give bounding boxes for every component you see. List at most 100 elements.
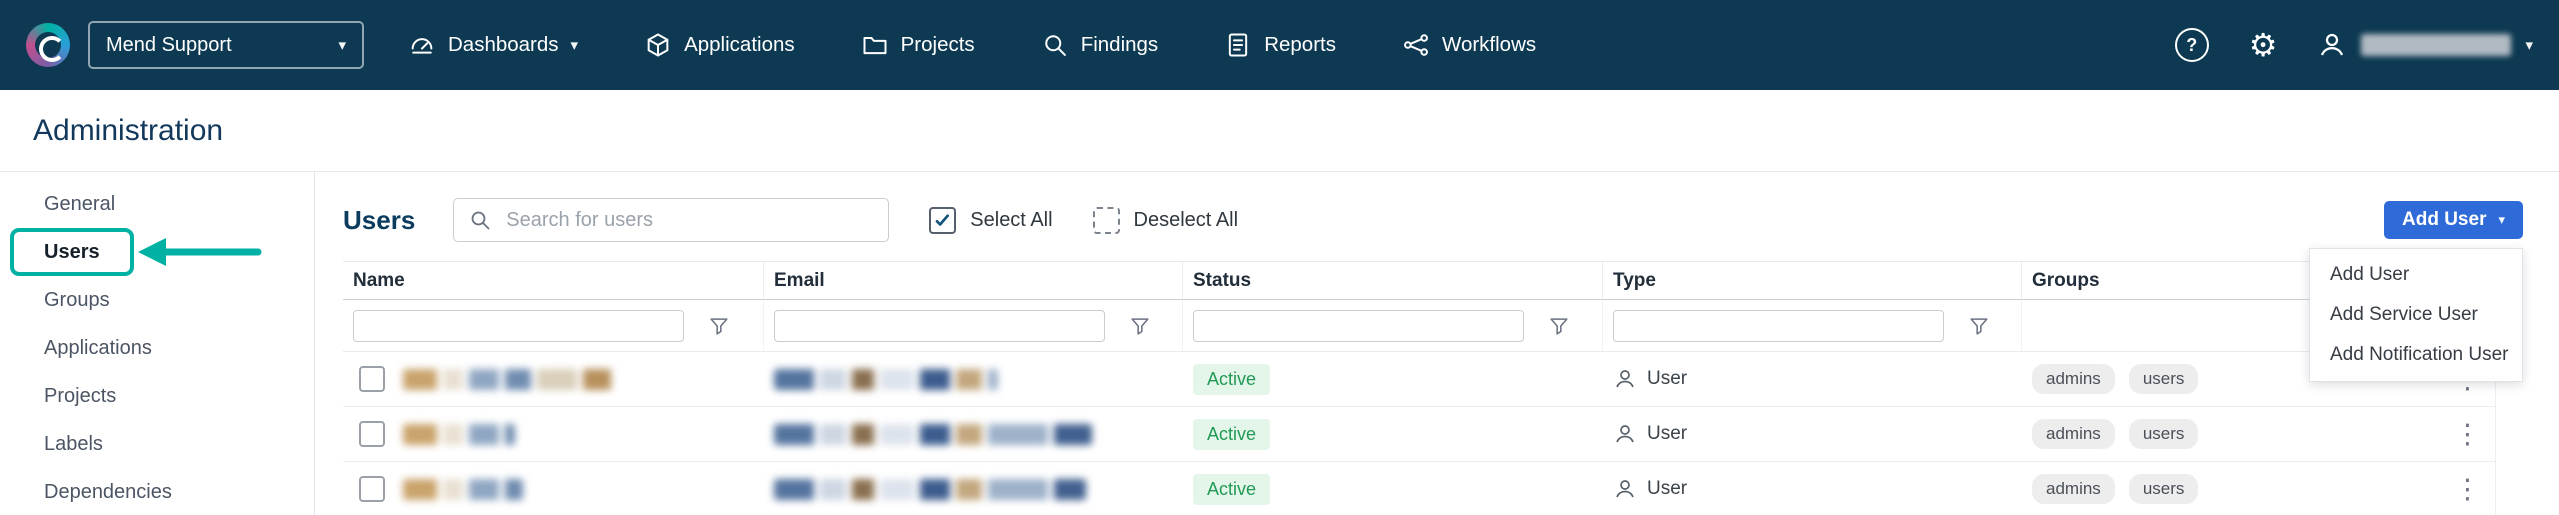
nav-label: Reports — [1264, 33, 1336, 57]
deselect-all-control[interactable]: Deselect All — [1093, 207, 1239, 234]
check-icon — [933, 211, 952, 230]
user-name-redacted — [2361, 34, 2511, 56]
add-user-menu: Add User Add Service User Add Notificati… — [2309, 248, 2523, 382]
user-menu[interactable]: ▾ — [2317, 30, 2533, 60]
email-cell — [764, 352, 1183, 406]
filter-funnel-icon[interactable] — [1548, 315, 1570, 337]
sidebar-item-dependencies[interactable]: Dependencies — [0, 468, 314, 515]
nav-label: Projects — [901, 33, 975, 57]
row-actions-kebab-icon[interactable]: ⋮ — [2454, 421, 2481, 448]
status-badge: Active — [1193, 364, 1270, 395]
select-all-control[interactable]: Select All — [929, 207, 1052, 234]
chevron-down-icon: ▾ — [2498, 212, 2505, 228]
nav-label: Findings — [1081, 33, 1159, 57]
user-search-box — [453, 198, 889, 242]
type-cell: User — [1603, 352, 2022, 406]
filter-input-status[interactable] — [1193, 310, 1524, 342]
row-checkbox[interactable] — [359, 421, 385, 447]
deselect-all-icon — [1093, 207, 1120, 234]
table-row: Active User adminsusers ⋮ — [343, 407, 2495, 462]
group-chip: users — [2129, 364, 2199, 394]
filter-funnel-icon[interactable] — [1129, 315, 1151, 337]
nav-item-applications[interactable]: Applications — [644, 31, 795, 59]
main-nav: Dashboards ▾ Applications Projects Findi… — [408, 31, 1536, 59]
workflows-icon — [1402, 31, 1430, 59]
org-selector-dropdown[interactable]: Mend Support ▾ — [88, 21, 364, 69]
filter-cell-type — [1603, 300, 2022, 352]
dashboards-icon — [408, 31, 436, 59]
user-type-icon — [1613, 477, 1637, 501]
group-chip: admins — [2032, 419, 2115, 449]
email-cell — [764, 462, 1183, 515]
filter-funnel-icon[interactable] — [708, 315, 730, 337]
select-all-label: Select All — [970, 209, 1052, 232]
column-header-status[interactable]: Status — [1183, 262, 1603, 300]
user-name-redacted — [403, 479, 523, 500]
gear-icon[interactable]: ⚙ — [2249, 29, 2278, 61]
row-actions-kebab-icon[interactable]: ⋮ — [2454, 476, 2481, 503]
page-title: Administration — [33, 114, 223, 148]
column-header-name[interactable]: Name — [343, 262, 764, 300]
nav-item-reports[interactable]: Reports — [1224, 31, 1336, 59]
column-header-email[interactable]: Email — [764, 262, 1183, 300]
filter-input-email[interactable] — [774, 310, 1105, 342]
sidebar-item-labels[interactable]: Labels — [0, 420, 314, 468]
body-region: General Users Groups Applications Projec… — [0, 172, 2559, 515]
user-email-redacted — [774, 424, 1092, 445]
nav-item-dashboards[interactable]: Dashboards ▾ — [408, 31, 578, 59]
filter-input-type[interactable] — [1613, 310, 1944, 342]
select-all-checkbox[interactable] — [929, 207, 956, 234]
nav-label: Dashboards — [448, 33, 559, 57]
nav-label: Workflows — [1442, 33, 1536, 57]
sidebar-item-applications[interactable]: Applications — [0, 324, 314, 372]
page-header: Administration — [0, 90, 2559, 172]
search-input[interactable] — [504, 208, 874, 233]
filter-cell-email — [764, 300, 1183, 352]
name-cell — [343, 407, 764, 461]
add-user-button[interactable]: Add User ▾ — [2384, 201, 2523, 239]
status-badge: Active — [1193, 419, 1270, 450]
org-selector-label: Mend Support — [106, 34, 232, 57]
name-cell — [343, 352, 764, 406]
user-name-redacted — [403, 424, 515, 445]
nav-label: Applications — [684, 33, 795, 57]
sidebar-item-projects[interactable]: Projects — [0, 372, 314, 420]
type-label: User — [1647, 368, 1687, 390]
row-checkbox[interactable] — [359, 476, 385, 502]
help-icon[interactable]: ? — [2175, 28, 2209, 62]
menu-item-add-service-user[interactable]: Add Service User — [2310, 295, 2522, 335]
topbar-right: ? ⚙ ▾ — [2175, 28, 2533, 62]
reports-icon — [1224, 31, 1252, 59]
filter-input-name[interactable] — [353, 310, 684, 342]
menu-item-add-notification-user[interactable]: Add Notification User — [2310, 335, 2522, 375]
findings-icon — [1041, 31, 1069, 59]
table-row: Active User adminsusers ⋮ — [343, 352, 2495, 407]
type-cell: User — [1603, 462, 2022, 515]
status-cell: Active — [1183, 462, 1603, 515]
users-content: Users Select All Deselect All Add U — [315, 172, 2559, 515]
sidebar-item-general[interactable]: General — [0, 180, 314, 228]
filter-cell-name — [343, 300, 764, 352]
chevron-down-icon: ▾ — [2525, 36, 2533, 54]
filter-funnel-icon[interactable] — [1968, 315, 1990, 337]
group-chip: users — [2129, 419, 2199, 449]
user-name-redacted — [403, 369, 615, 390]
nav-item-findings[interactable]: Findings — [1041, 31, 1159, 59]
nav-item-projects[interactable]: Projects — [861, 31, 975, 59]
status-cell: Active — [1183, 407, 1603, 461]
groups-cell: admins users — [2022, 407, 2430, 461]
mend-logo — [26, 23, 70, 67]
sidebar-item-groups[interactable]: Groups — [0, 276, 314, 324]
nav-item-workflows[interactable]: Workflows — [1402, 31, 1536, 59]
admin-sidebar: General Users Groups Applications Projec… — [0, 172, 315, 515]
type-label: User — [1647, 478, 1687, 500]
sidebar-item-users[interactable]: Users — [0, 228, 314, 276]
add-user-button-label: Add User — [2402, 209, 2486, 231]
table-rows: Active User adminsusers ⋮ Active User ad… — [343, 352, 2495, 515]
user-type-icon — [1613, 367, 1637, 391]
groups-cell: adminsusers — [2022, 462, 2430, 515]
menu-item-add-user[interactable]: Add User — [2310, 255, 2522, 295]
column-header-type[interactable]: Type — [1603, 262, 2022, 300]
chevron-down-icon: ▾ — [338, 36, 346, 54]
row-checkbox[interactable] — [359, 366, 385, 392]
